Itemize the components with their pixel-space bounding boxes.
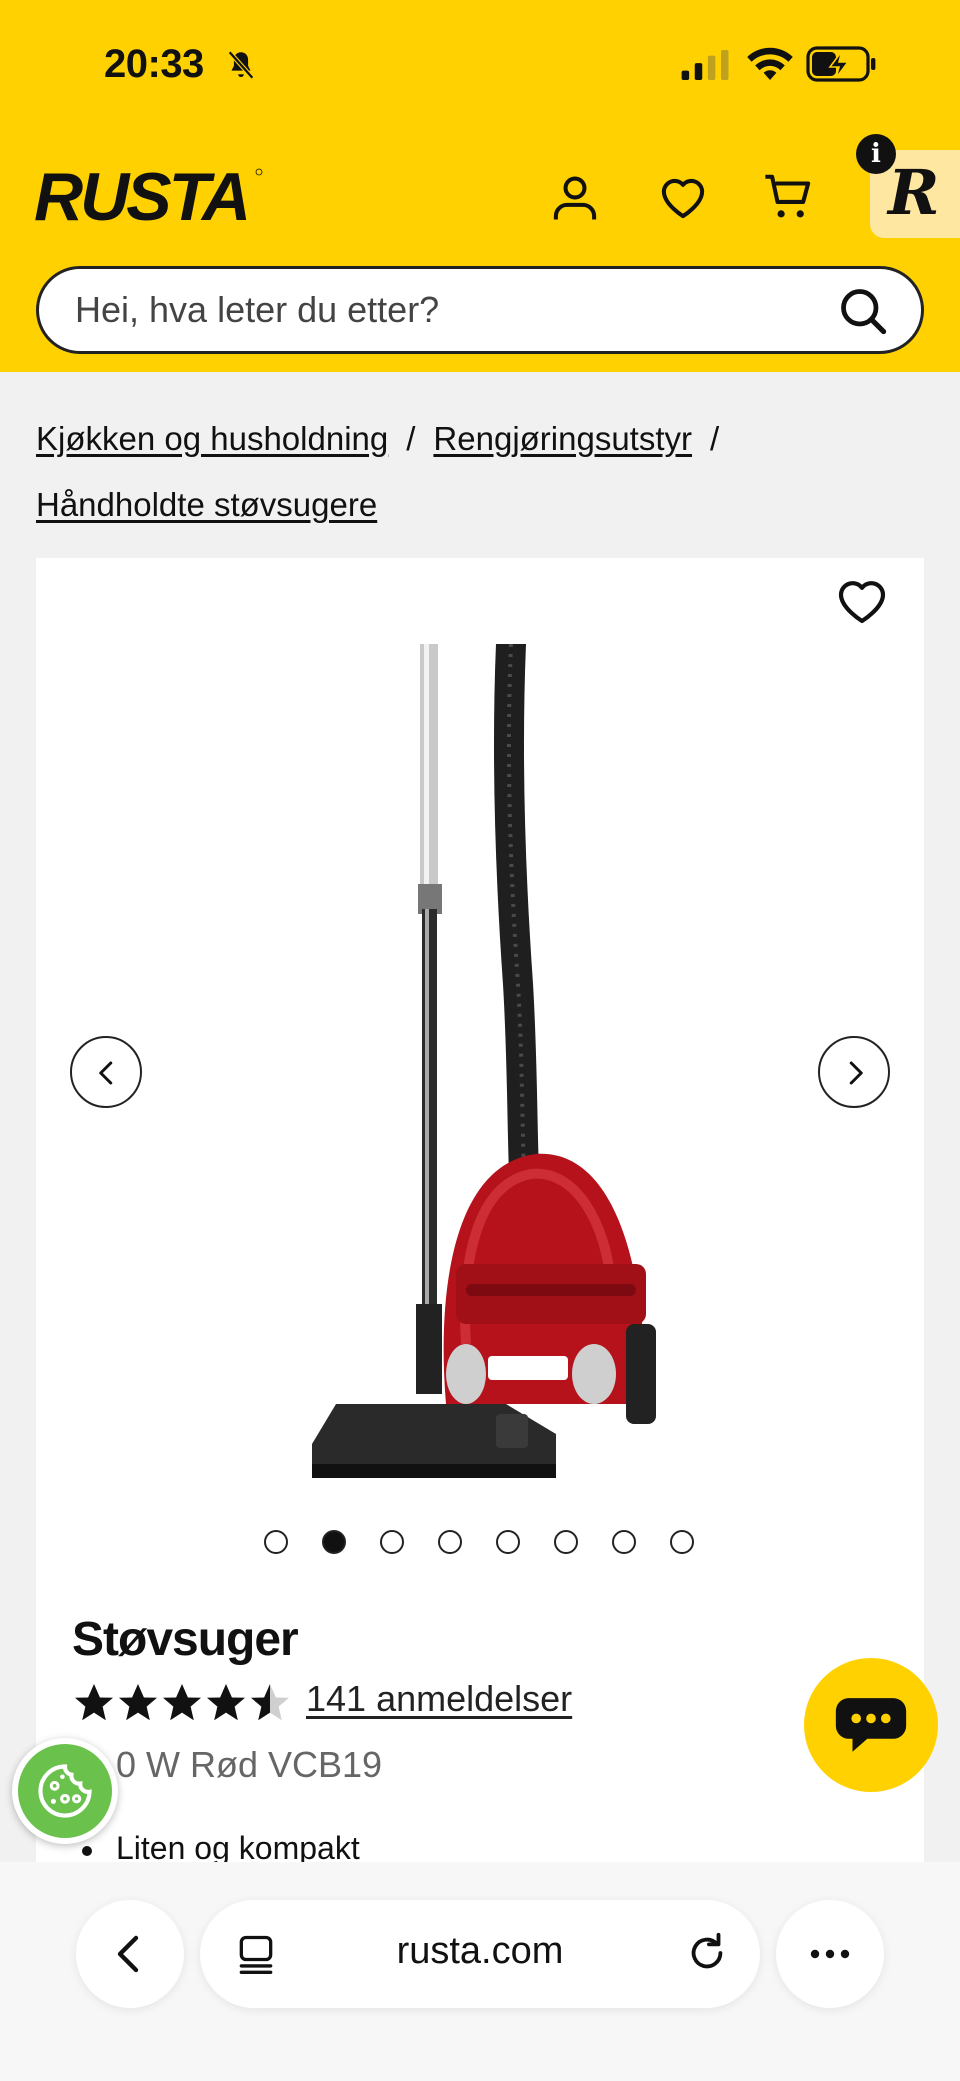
chevron-left-icon [99, 1061, 113, 1085]
battery-charging-icon [806, 46, 876, 82]
breadcrumb-separator: / [406, 420, 416, 457]
carousel-dot[interactable] [496, 1530, 520, 1554]
cookie-icon [38, 1764, 92, 1818]
search-icon[interactable] [837, 285, 889, 337]
product-image[interactable] [306, 644, 676, 1484]
cookie-settings-button[interactable] [12, 1738, 118, 1844]
wifi-icon [747, 47, 793, 80]
carousel-dots [264, 1530, 694, 1560]
back-icon [117, 1935, 139, 1973]
svg-text:RUSTA: RUSTA [34, 164, 248, 230]
carousel-dot[interactable] [322, 1530, 346, 1554]
carousel-dot[interactable] [670, 1530, 694, 1554]
cart-icon[interactable] [762, 170, 816, 224]
breadcrumb: Kjøkken og husholdning / Rengjøringsutstyr… [36, 406, 936, 538]
carousel-dot[interactable] [264, 1530, 288, 1554]
address-bar[interactable]: rusta.com [200, 1900, 760, 2008]
product-title: Støvsuger [72, 1613, 299, 1666]
breadcrumb-separator: / [710, 420, 720, 457]
breadcrumb-item-cleaning[interactable]: Rengjøringsutstyr [433, 420, 692, 457]
site-header: 20:33 RUSTA R i [0, 0, 960, 372]
status-time: 20:33 [104, 42, 204, 86]
r-badge-letter: R [888, 156, 940, 229]
rating-star [75, 1684, 113, 1721]
product-card: Støvsuger 141 anmeldelser 0 W Rød VCB19 … [36, 558, 924, 1958]
search-bar[interactable] [36, 266, 924, 354]
favorite-heart-icon[interactable] [834, 574, 890, 626]
chevron-right-icon [849, 1061, 863, 1085]
browser-back-button[interactable] [76, 1900, 184, 2008]
signal-icon [681, 50, 729, 80]
carousel-dot[interactable] [554, 1530, 578, 1554]
carousel-prev-button[interactable] [70, 1036, 142, 1108]
url-text: rusta.com [396, 1930, 564, 1972]
carousel-next-button[interactable] [818, 1036, 890, 1108]
rating-star [207, 1684, 245, 1721]
search-input[interactable] [75, 285, 835, 335]
carousel-dot[interactable] [438, 1530, 462, 1554]
rating-stars [75, 1684, 289, 1721]
bell-slash-icon [227, 50, 255, 80]
browser-toolbar: rusta.com [0, 1862, 960, 2081]
carousel-dot[interactable] [380, 1530, 404, 1554]
info-icon[interactable]: i [856, 134, 896, 174]
rating-star [251, 1684, 289, 1721]
reviews-link[interactable]: 141 anmeldelser [306, 1678, 572, 1720]
chat-button[interactable] [804, 1658, 938, 1792]
product-subtitle: 0 W Rød VCB19 [116, 1744, 383, 1785]
rating-star [119, 1684, 157, 1721]
breadcrumb-item-kitchen[interactable]: Kjøkken og husholdning [36, 420, 388, 457]
chat-icon [835, 1698, 907, 1752]
reload-icon[interactable] [684, 1930, 730, 1976]
account-icon[interactable] [548, 170, 602, 224]
carousel-dot[interactable] [612, 1530, 636, 1554]
browser-more-button[interactable] [776, 1900, 884, 2008]
tabs-icon[interactable] [234, 1932, 278, 1976]
heart-icon[interactable] [656, 170, 710, 224]
breadcrumb-item-handheld-vacuums[interactable]: Håndholdte støvsugere [36, 486, 377, 523]
more-icon [810, 1949, 850, 1959]
rating-star [163, 1684, 201, 1721]
rusta-logo[interactable]: RUSTA [34, 164, 264, 230]
